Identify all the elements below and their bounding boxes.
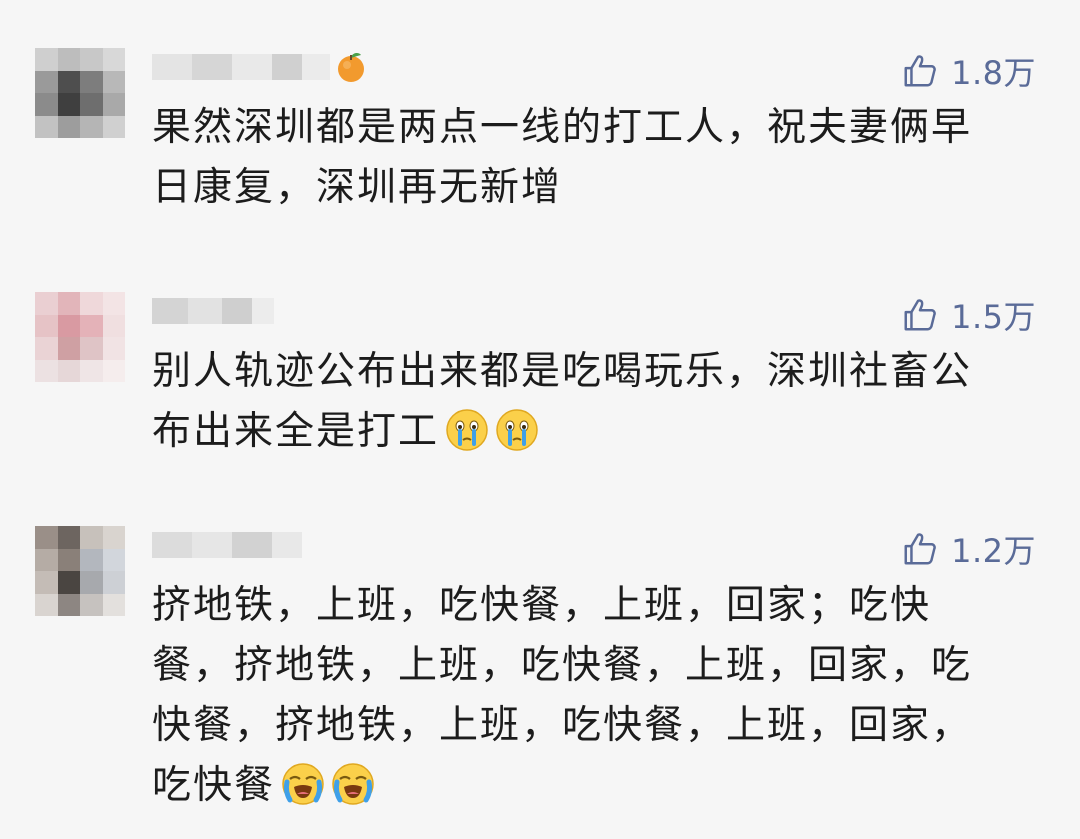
thumbs-up-icon <box>904 299 936 331</box>
username-blurred[interactable] <box>152 530 302 560</box>
avatar[interactable] <box>35 48 125 138</box>
like-count: 1.2万 <box>951 532 1036 570</box>
like-count: 1.8万 <box>951 54 1036 92</box>
like-button[interactable]: 1.5万 <box>901 292 1036 338</box>
comment-text: 果然深圳都是两点一线的打工人，祝夫妻俩早日康复，深圳再无新增 <box>152 105 973 210</box>
like-count: 1.5万 <box>951 298 1036 336</box>
crying-face-emoji <box>446 409 488 451</box>
loudly-crying-face-emoji <box>332 763 374 805</box>
comment-text: 挤地铁，上班，吃快餐，上班，回家；吃快餐，挤地铁，上班，吃快餐，上班，回家，吃快… <box>152 583 973 808</box>
username-blurred[interactable] <box>152 52 368 82</box>
username-blurred[interactable] <box>152 296 274 326</box>
thumbs-up-icon <box>904 55 936 87</box>
avatar[interactable] <box>35 526 125 616</box>
thumbs-up-icon <box>904 533 936 565</box>
avatar[interactable] <box>35 292 125 382</box>
like-button[interactable]: 1.2万 <box>901 526 1036 572</box>
orange-icon <box>338 52 364 82</box>
comment-text: 别人轨迹公布出来都是吃喝玩乐，深圳社畜公布出来全是打工 <box>152 349 973 454</box>
crying-face-emoji <box>496 409 538 451</box>
like-button[interactable]: 1.8万 <box>901 48 1036 94</box>
loudly-crying-face-emoji <box>282 763 324 805</box>
